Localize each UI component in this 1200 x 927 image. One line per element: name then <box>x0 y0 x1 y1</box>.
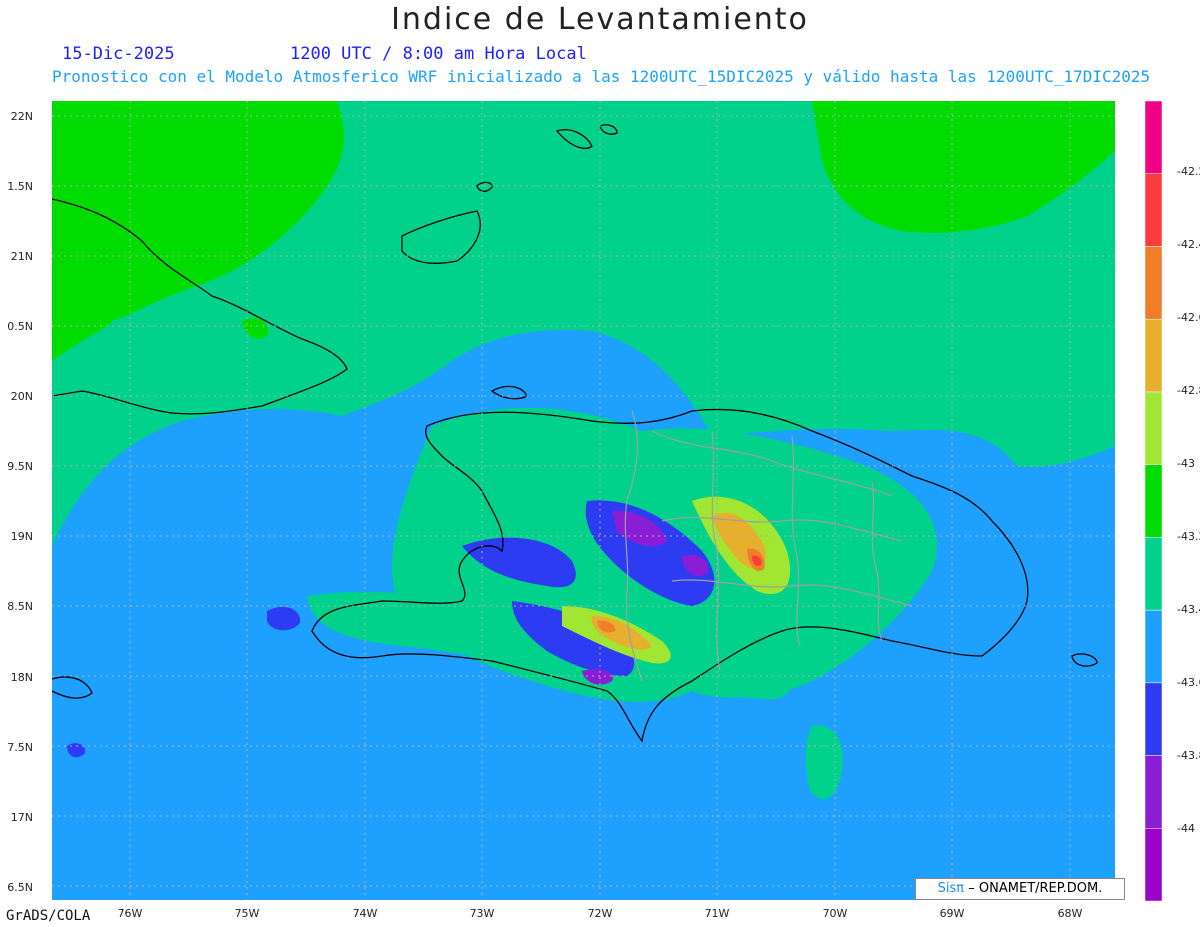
forecast-description: Pronostico con el Modelo Atmosferico WRF… <box>52 67 1151 86</box>
y-label-18n: 18N <box>10 671 33 684</box>
x-label-68w: 68W <box>1057 907 1083 920</box>
colorbar-label-43-2: -43.2 <box>1177 530 1200 543</box>
y-label-18-5n: 8.5N <box>7 600 33 613</box>
colorbar-label-42-4: -42.4 <box>1177 238 1200 251</box>
x-label-74w: 74W <box>352 907 378 920</box>
x-label-69w: 69W <box>939 907 965 920</box>
colorbar-swatch <box>1144 391 1163 465</box>
colorbar-swatch <box>1144 100 1163 174</box>
colorbar-label-43-4: -43.4 <box>1177 603 1200 616</box>
y-label-19-5n: 9.5N <box>7 460 33 473</box>
x-label-76w: 76W <box>117 907 143 920</box>
map-frame <box>52 101 1115 900</box>
forecast-time: 1200 UTC / 8:00 am Hora Local <box>290 44 587 64</box>
colorbar <box>1144 100 1163 902</box>
y-label-20n: 20N <box>10 390 33 403</box>
colorbar-swatch <box>1144 173 1163 247</box>
map-field <box>52 101 1115 900</box>
colorbar-swatch <box>1144 318 1163 393</box>
colorbar-swatch <box>1144 682 1163 756</box>
x-label-73w: 73W <box>469 907 495 920</box>
x-label-70w: 70W <box>822 907 848 920</box>
footer-grads: GrADS/COLA <box>6 908 91 924</box>
x-label-72w: 72W <box>587 907 613 920</box>
colorbar-label-43-8: -43.8 <box>1177 749 1200 762</box>
colorbar-label-44: -44 <box>1177 822 1195 835</box>
x-label-75w: 75W <box>234 907 260 920</box>
y-label-16-5n: 6.5N <box>7 881 33 894</box>
colorbar-swatches <box>1144 100 1163 902</box>
y-label-21-5n: 1.5N <box>7 180 33 193</box>
credit-org: – ONAMET/REP.DOM. <box>968 881 1103 896</box>
colorbar-label-42-8: -42.8 <box>1177 384 1200 397</box>
colorbar-label-43-6: -43.6 <box>1177 676 1200 689</box>
y-label-17n: 17N <box>10 811 33 824</box>
colorbar-label-43: -43 <box>1177 457 1195 470</box>
credit-sis: Sisπ <box>937 881 965 896</box>
y-label-21n: 21N <box>10 250 33 263</box>
forecast-date: 15-Dic-2025 <box>62 44 175 64</box>
colorbar-swatch <box>1144 246 1163 320</box>
y-label-17-5n: 7.5N <box>7 741 33 754</box>
colorbar-label-42-6: -42.6 <box>1177 311 1200 324</box>
colorbar-label-42-2: -42.2 <box>1177 165 1200 178</box>
colorbar-swatch <box>1144 755 1163 829</box>
colorbar-swatch <box>1144 537 1163 611</box>
y-label-20-5n: 0.5N <box>7 320 33 333</box>
x-label-71w: 71W <box>704 907 730 920</box>
credit-box: Sisπ – ONAMET/REP.DOM. <box>915 878 1125 900</box>
y-label-19n: 19N <box>10 530 33 543</box>
map-title: Indice de Levantamiento <box>391 2 809 37</box>
colorbar-swatch <box>1144 464 1163 538</box>
colorbar-swatch <box>1144 828 1163 902</box>
y-label-22n: 22N <box>10 110 33 123</box>
colorbar-swatch <box>1144 609 1163 684</box>
